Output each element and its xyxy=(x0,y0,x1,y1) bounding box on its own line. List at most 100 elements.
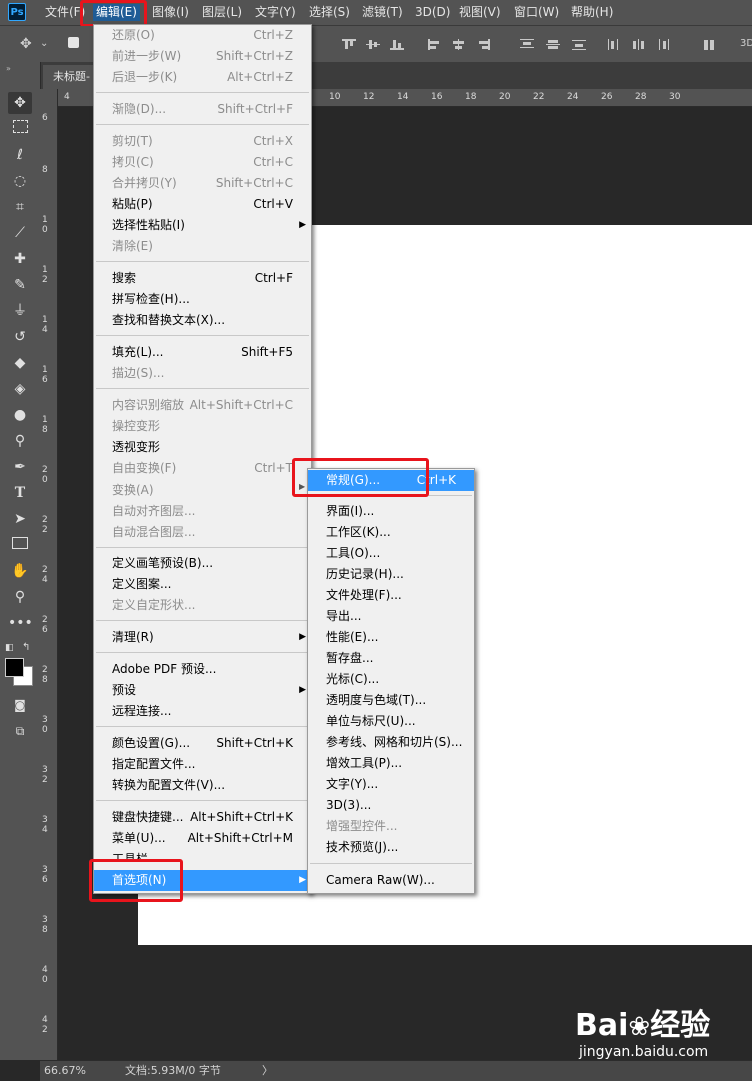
distribute-vcenter-icon[interactable] xyxy=(546,39,560,50)
menu-item-interface[interactable]: 界面(I)... xyxy=(308,501,474,522)
zoom-tool-icon[interactable]: ⚲ xyxy=(8,586,32,608)
menu-item-paste[interactable]: 粘贴(P) Ctrl+V xyxy=(94,194,311,215)
menu-item-fade[interactable]: 渐隐(D)... Shift+Ctrl+F xyxy=(94,99,311,120)
menu-type[interactable]: 文字(Y) xyxy=(255,4,296,21)
distribute-top-icon[interactable] xyxy=(520,39,534,50)
quick-select-tool-icon[interactable]: ◌ xyxy=(8,170,32,192)
distribute-right-icon[interactable] xyxy=(656,39,670,50)
eraser-tool-icon[interactable]: ◆ xyxy=(8,352,32,374)
menu-item-pdf-presets[interactable]: Adobe PDF 预设... xyxy=(94,659,311,680)
menu-window[interactable]: 窗口(W) xyxy=(514,4,559,21)
menu-select[interactable]: 选择(S) xyxy=(309,4,350,21)
menu-item-purge[interactable]: 清理(R) ▶ xyxy=(94,627,311,648)
foreground-color-swatch[interactable] xyxy=(5,658,24,677)
menu-item-copy[interactable]: 拷贝(C) Ctrl+C xyxy=(94,152,311,173)
align-right-icon[interactable] xyxy=(476,39,490,50)
menu-item-perspective-warp[interactable]: 透视变形 xyxy=(94,437,311,458)
quick-mask-icon[interactable]: ◙ xyxy=(8,694,32,716)
menu-item-find-replace[interactable]: 查找和替换文本(X)... xyxy=(94,310,311,331)
distribute-spacing-icon[interactable] xyxy=(704,39,718,50)
menu-item-file-handling[interactable]: 文件处理(F)... xyxy=(308,585,474,606)
dodge-tool-icon[interactable]: ⚲ xyxy=(8,430,32,452)
menu-item-enhanced-controls[interactable]: 增强型控件... xyxy=(308,816,474,837)
menu-item-keyboard-shortcuts[interactable]: 键盘快捷键... Alt+Shift+Ctrl+K xyxy=(94,807,311,828)
align-top-icon[interactable] xyxy=(342,39,356,50)
menu-item-transparency-gamut[interactable]: 透明度与色域(T)... xyxy=(308,690,474,711)
more-tools-icon[interactable]: ••• xyxy=(8,612,33,634)
menu-item-workspace[interactable]: 工作区(K)... xyxy=(308,522,474,543)
eyedropper-tool-icon[interactable]: ⟋ xyxy=(8,222,32,244)
lasso-tool-icon[interactable]: ℓ xyxy=(8,144,32,166)
align-hcenter-icon[interactable] xyxy=(452,39,466,50)
menu-help[interactable]: 帮助(H) xyxy=(571,4,613,21)
menu-item-free-transform[interactable]: 自由变换(F) Ctrl+T xyxy=(94,458,311,479)
chevron-down-icon[interactable]: ⌄ xyxy=(40,38,48,49)
menu-item-assign-profile[interactable]: 指定配置文件... xyxy=(94,754,311,775)
menu-item-copy-merged[interactable]: 合并拷贝(Y) Shift+Ctrl+C xyxy=(94,173,311,194)
menu-item-define-shape[interactable]: 定义自定形状... xyxy=(94,595,311,616)
menu-item-puppet-warp[interactable]: 操控变形 xyxy=(94,416,311,437)
healing-brush-tool-icon[interactable]: ✚ xyxy=(8,248,32,270)
menu-item-convert-profile[interactable]: 转换为配置文件(V)... xyxy=(94,775,311,796)
menu-item-menus[interactable]: 菜单(U)... Alt+Shift+Ctrl+M xyxy=(94,828,311,849)
menu-item-define-pattern[interactable]: 定义图案... xyxy=(94,574,311,595)
align-vcenter-icon[interactable] xyxy=(366,39,380,50)
menu-item-search[interactable]: 搜索 Ctrl+F xyxy=(94,268,311,289)
menu-item-performance[interactable]: 性能(E)... xyxy=(308,627,474,648)
brush-tool-icon[interactable]: ✎ xyxy=(8,274,32,296)
menu-item-step-backward[interactable]: 后退一步(K) Alt+Ctrl+Z xyxy=(94,67,311,88)
menu-item-technology-previews[interactable]: 技术预览(J)... xyxy=(308,837,474,858)
menu-item-paste-special[interactable]: 选择性粘贴(I) ▶ xyxy=(94,215,311,236)
menu-item-spell-check[interactable]: 拼写检查(H)... xyxy=(94,289,311,310)
menu-item-transform[interactable]: 变换(A) xyxy=(94,480,311,501)
collapse-panel-icon[interactable]: » xyxy=(6,64,11,73)
menu-item-define-brush[interactable]: 定义画笔预设(B)... xyxy=(94,553,311,574)
rectangle-tool-icon[interactable] xyxy=(8,534,32,556)
menu-filter[interactable]: 滤镜(T) xyxy=(362,4,403,21)
menu-item-camera-raw[interactable]: Camera Raw(W)... xyxy=(308,870,474,891)
distribute-left-icon[interactable] xyxy=(608,39,622,50)
menu-item-scratch-disks[interactable]: 暂存盘... xyxy=(308,648,474,669)
menu-item-units-rulers[interactable]: 单位与标尺(U)... xyxy=(308,711,474,732)
swap-colors-icon[interactable]: ↰ xyxy=(22,642,30,653)
menu-item-export[interactable]: 导出... xyxy=(308,606,474,627)
history-brush-tool-icon[interactable]: ↺ xyxy=(8,326,32,348)
menu-item-guides-grid-slices[interactable]: 参考线、网格和切片(S)... xyxy=(308,732,474,753)
menu-item-content-aware-scale[interactable]: 内容识别缩放 Alt+Shift+Ctrl+C xyxy=(94,395,311,416)
menu-item-auto-align-layers[interactable]: 自动对齐图层... xyxy=(94,501,311,522)
menu-item-stroke[interactable]: 描边(S)... xyxy=(94,363,311,384)
align-bottom-icon[interactable] xyxy=(390,39,404,50)
screen-mode-icon[interactable]: ⧉ xyxy=(8,720,32,742)
menu-item-cursors[interactable]: 光标(C)... xyxy=(308,669,474,690)
distribute-hcenter-icon[interactable] xyxy=(632,39,646,50)
default-colors-icon[interactable]: ◧ xyxy=(5,643,14,653)
menu-item-tools[interactable]: 工具(O)... xyxy=(308,543,474,564)
menu-item-color-settings[interactable]: 颜色设置(G)... Shift+Ctrl+K xyxy=(94,733,311,754)
menu-3d[interactable]: 3D(D) xyxy=(415,4,450,21)
crop-tool-icon[interactable]: ⌗ xyxy=(8,196,32,218)
menu-item-remote-connections[interactable]: 远程连接... xyxy=(94,701,311,722)
menu-item-auto-blend-layers[interactable]: 自动混合图层... xyxy=(94,522,311,543)
hand-tool-icon[interactable]: ✋ xyxy=(8,560,32,582)
pen-tool-icon[interactable]: ✒ xyxy=(8,456,32,478)
paint-bucket-tool-icon[interactable]: ◈ xyxy=(8,378,32,400)
menu-view[interactable]: 视图(V) xyxy=(459,4,501,21)
menu-item-cut[interactable]: 剪切(T) Ctrl+X xyxy=(94,131,311,152)
menu-item-plugins[interactable]: 增效工具(P)... xyxy=(308,753,474,774)
zoom-level[interactable]: 66.67% xyxy=(44,1061,86,1080)
move-tool-icon[interactable]: ✥ xyxy=(8,92,32,114)
menu-item-presets[interactable]: 预设 ▶ xyxy=(94,680,311,701)
menu-layer[interactable]: 图层(L) xyxy=(202,4,242,21)
status-menu-arrow-icon[interactable]: 〉 xyxy=(262,1061,273,1080)
blur-tool-icon[interactable]: ● xyxy=(8,404,32,426)
menu-item-history-log[interactable]: 历史记录(H)... xyxy=(308,564,474,585)
menu-item-type[interactable]: 文字(Y)... xyxy=(308,774,474,795)
photoshop-logo[interactable]: Ps xyxy=(8,3,26,21)
distribute-bottom-icon[interactable] xyxy=(572,39,586,50)
path-select-tool-icon[interactable]: ➤ xyxy=(8,508,32,530)
marquee-tool-icon[interactable] xyxy=(8,118,32,140)
menu-item-3d[interactable]: 3D(3)... xyxy=(308,795,474,816)
menu-image[interactable]: 图像(I) xyxy=(152,4,189,21)
stamp-tool-icon[interactable]: ⏚ xyxy=(8,300,32,322)
auto-select-checkbox[interactable] xyxy=(68,37,79,48)
